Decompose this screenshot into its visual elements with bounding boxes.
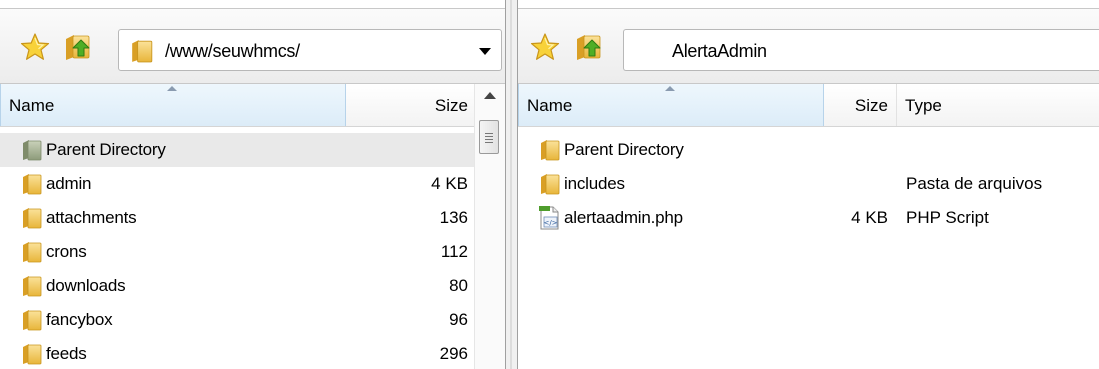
file-row[interactable]: attachments 136 <box>0 201 474 235</box>
file-row[interactable]: Parent Directory <box>0 133 474 167</box>
right-path-input[interactable]: AlertaAdmin <box>623 29 1099 71</box>
file-name: admin <box>46 174 92 193</box>
scroll-up-arrow-icon[interactable] <box>484 92 496 99</box>
file-size: 112 <box>440 242 468 261</box>
right-file-pane: AlertaAdmin Name Size Type Parent Direct… <box>518 0 1099 369</box>
left-name-column-label: Name <box>9 96 55 115</box>
file-row[interactable]: downloads 80 <box>0 269 474 303</box>
file-row[interactable]: feeds 296 <box>0 337 474 369</box>
pane-splitter[interactable] <box>505 0 518 369</box>
file-row[interactable]: alertaadmin.php 4 KB PHP Script <box>518 201 1099 235</box>
file-type: PHP Script <box>906 208 989 227</box>
favorites-star-icon[interactable] <box>530 32 560 62</box>
file-row[interactable]: fancybox 96 <box>0 303 474 337</box>
file-name: downloads <box>46 276 126 295</box>
right-type-column-label: Type <box>905 96 942 115</box>
left-address-bar: /www/seuwhmcs/ <box>0 8 505 84</box>
file-name: attachments <box>46 208 137 227</box>
left-file-pane: /www/seuwhmcs/ Name Size Parent Director… <box>0 0 505 369</box>
left-path-input[interactable]: /www/seuwhmcs/ <box>118 29 502 71</box>
right-name-column-label: Name <box>527 96 573 115</box>
file-name: Parent Directory <box>46 140 166 159</box>
file-type: Pasta de arquivos <box>906 174 1043 193</box>
favorites-star-icon[interactable] <box>20 32 50 62</box>
file-row[interactable]: includes Pasta de arquivos <box>518 167 1099 201</box>
file-size: 4 KB <box>431 174 468 193</box>
left-column-header: Name Size <box>0 84 505 127</box>
sort-ascending-icon <box>665 86 675 91</box>
file-name: Parent Directory <box>564 140 684 159</box>
sort-ascending-icon <box>167 86 177 91</box>
file-row[interactable]: crons 112 <box>0 235 474 269</box>
file-name: feeds <box>46 344 87 363</box>
right-name-column-header[interactable]: Name <box>518 84 824 126</box>
file-row[interactable]: admin 4 KB <box>0 167 474 201</box>
file-name: includes <box>564 174 625 193</box>
file-size: 4 KB <box>851 208 888 227</box>
right-address-bar: AlertaAdmin <box>518 8 1099 84</box>
file-size: 296 <box>439 344 468 363</box>
file-name: crons <box>46 242 87 261</box>
left-size-column-label: Size <box>434 96 468 115</box>
parent-folder-up-icon[interactable] <box>62 32 92 62</box>
folder-icon <box>22 343 42 369</box>
file-row[interactable]: Parent Directory <box>518 133 1099 167</box>
right-column-header: Name Size Type <box>518 84 1099 127</box>
folder-icon <box>131 39 153 68</box>
file-name: alertaadmin.php <box>564 208 683 227</box>
parent-folder-up-icon[interactable] <box>573 32 603 62</box>
left-name-column-header[interactable]: Name <box>0 84 346 126</box>
right-path-text: AlertaAdmin <box>672 41 767 61</box>
file-size: 136 <box>439 208 468 227</box>
php-file-icon <box>538 205 562 243</box>
scrollbar-thumb[interactable] <box>479 120 499 154</box>
left-size-column-header[interactable]: Size <box>346 84 474 126</box>
path-dropdown-arrow-icon[interactable] <box>479 48 491 55</box>
right-size-column-header[interactable]: Size <box>824 84 896 126</box>
file-size: 96 <box>449 310 468 329</box>
left-path-text: /www/seuwhmcs/ <box>165 41 300 61</box>
right-size-column-label: Size <box>854 96 888 115</box>
file-size: 80 <box>449 276 468 295</box>
right-type-column-header[interactable]: Type <box>897 84 1099 126</box>
left-vertical-scrollbar[interactable] <box>474 84 505 369</box>
file-name: fancybox <box>46 310 113 329</box>
